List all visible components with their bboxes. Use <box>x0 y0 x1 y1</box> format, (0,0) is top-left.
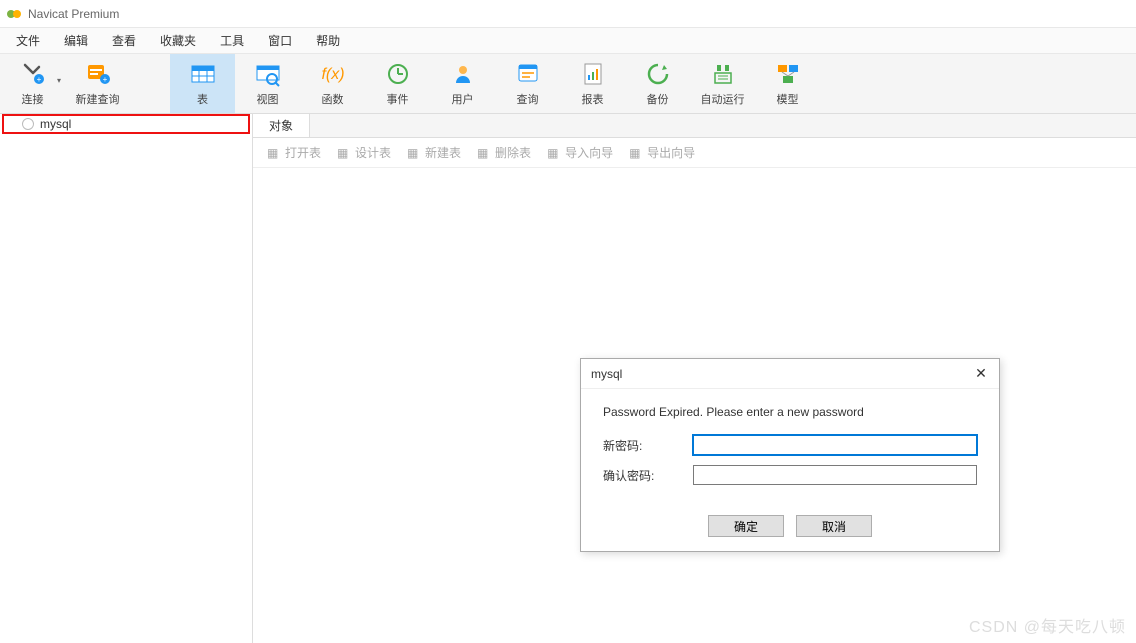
table-icon <box>189 61 217 87</box>
tool-new-query[interactable]: + 新建查询 <box>65 54 130 113</box>
menu-favorites[interactable]: 收藏夹 <box>148 28 208 53</box>
tab-objects[interactable]: 对象 <box>253 114 310 137</box>
sub-new-table[interactable]: ▦新建表 <box>401 142 467 163</box>
model-icon <box>774 61 802 87</box>
sub-import-wizard[interactable]: ▦导入向导 <box>541 142 619 163</box>
sidebar-connection-mysql[interactable]: mysql <box>2 114 250 134</box>
password-expired-dialog: mysql ✕ Password Expired. Please enter a… <box>580 358 1000 552</box>
tool-query[interactable]: 查询 <box>495 54 560 113</box>
sub-export-wizard[interactable]: ▦导出向导 <box>623 142 701 163</box>
sub-toolbar: ▦打开表 ▦设计表 ▦新建表 ▦删除表 ▦导入向导 ▦导出向导 <box>253 138 1136 168</box>
query-icon <box>514 61 542 87</box>
new-password-input[interactable] <box>693 435 977 455</box>
tool-autorun[interactable]: 自动运行 <box>690 54 755 113</box>
backup-icon <box>644 61 672 87</box>
view-icon <box>254 61 282 87</box>
ok-button[interactable]: 确定 <box>708 515 784 537</box>
menu-view[interactable]: 查看 <box>100 28 148 53</box>
tool-view[interactable]: 视图 <box>235 54 300 113</box>
dialog-title-text: mysql <box>591 367 622 381</box>
menu-help[interactable]: 帮助 <box>304 28 352 53</box>
sub-design-table[interactable]: ▦设计表 <box>331 142 397 163</box>
dialog-close-button[interactable]: ✕ <box>971 365 991 382</box>
new-query-icon: + <box>84 61 112 87</box>
tool-event[interactable]: 事件 <box>365 54 430 113</box>
main-toolbar: + 连接 ▾ + 新建查询 表 视图 f(x) 函数 事件 用户 查询 报表 备… <box>0 54 1136 114</box>
autorun-icon <box>709 61 737 87</box>
sub-delete-table[interactable]: ▦删除表 <box>471 142 537 163</box>
tabbar: 对象 <box>253 114 1136 138</box>
dialog-body: Password Expired. Please enter a new pas… <box>581 389 999 507</box>
tool-table[interactable]: 表 <box>170 54 235 113</box>
dialog-titlebar: mysql ✕ <box>581 359 999 389</box>
database-icon <box>22 118 34 130</box>
cancel-button[interactable]: 取消 <box>796 515 872 537</box>
report-icon <box>579 61 607 87</box>
design-table-icon: ▦ <box>337 146 351 160</box>
connection-label: mysql <box>40 117 71 131</box>
tool-report[interactable]: 报表 <box>560 54 625 113</box>
watermark: CSDN @每天吃八顿 <box>969 613 1126 637</box>
menu-tools[interactable]: 工具 <box>208 28 256 53</box>
window-title: Navicat Premium <box>28 7 119 21</box>
tool-function[interactable]: f(x) 函数 <box>300 54 365 113</box>
connect-icon: + <box>19 61 47 87</box>
menu-edit[interactable]: 编辑 <box>52 28 100 53</box>
user-icon <box>449 61 477 87</box>
svg-text:f(x): f(x) <box>321 66 344 83</box>
menu-window[interactable]: 窗口 <box>256 28 304 53</box>
menu-file[interactable]: 文件 <box>4 28 52 53</box>
new-password-label: 新密码: <box>603 437 693 454</box>
svg-text:+: + <box>102 75 107 84</box>
window-titlebar: Navicat Premium <box>0 0 1136 28</box>
export-icon: ▦ <box>629 146 643 160</box>
dialog-buttons: 确定 取消 <box>581 507 999 551</box>
tool-backup[interactable]: 备份 <box>625 54 690 113</box>
tool-connect[interactable]: + 连接 ▾ <box>0 54 65 113</box>
function-icon: f(x) <box>319 61 347 87</box>
confirm-password-label: 确认密码: <box>603 467 693 484</box>
confirm-password-input[interactable] <box>693 465 977 485</box>
import-icon: ▦ <box>547 146 561 160</box>
app-logo-icon <box>6 6 22 22</box>
event-icon <box>384 61 412 87</box>
new-table-icon: ▦ <box>407 146 421 160</box>
tool-user[interactable]: 用户 <box>430 54 495 113</box>
sidebar: mysql <box>0 114 253 643</box>
menubar: 文件 编辑 查看 收藏夹 工具 窗口 帮助 <box>0 28 1136 54</box>
dialog-message: Password Expired. Please enter a new pas… <box>603 405 977 419</box>
open-table-icon: ▦ <box>267 146 281 160</box>
tool-model[interactable]: 模型 <box>755 54 820 113</box>
svg-text:+: + <box>36 75 41 84</box>
delete-table-icon: ▦ <box>477 146 491 160</box>
chevron-down-icon: ▾ <box>57 76 61 85</box>
sub-open-table[interactable]: ▦打开表 <box>261 142 327 163</box>
